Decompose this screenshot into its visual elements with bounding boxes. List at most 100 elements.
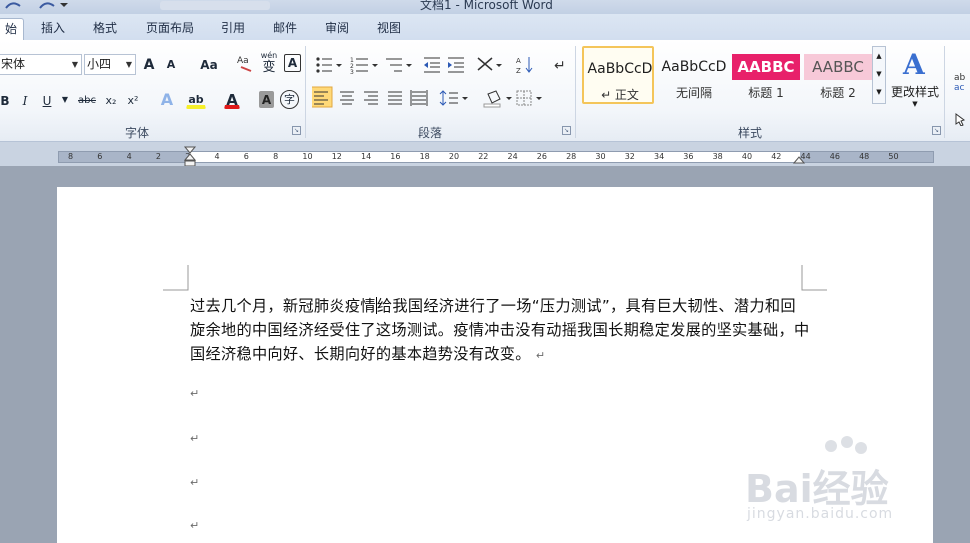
ruler-number: 6 bbox=[243, 152, 249, 161]
distributed-icon[interactable] bbox=[410, 90, 428, 106]
blurred-region bbox=[160, 1, 270, 10]
empty-paragraph-mark[interactable]: ↵ bbox=[190, 432, 199, 445]
paragraph-group-label: 段落 bbox=[418, 126, 443, 140]
ruler-number: 30 bbox=[595, 152, 606, 161]
ruler-number: 12 bbox=[331, 152, 342, 161]
change-case-button[interactable]: Aa bbox=[194, 54, 224, 74]
shrink-font-button[interactable]: A bbox=[162, 54, 180, 74]
font-color-button[interactable]: A bbox=[224, 89, 240, 109]
font-dialog-launcher-icon[interactable]: ↘ bbox=[292, 126, 301, 135]
ruler-number: 22 bbox=[478, 152, 489, 161]
editing-icons[interactable]: abac bbox=[952, 66, 970, 126]
svg-text:3: 3 bbox=[350, 69, 354, 76]
shading-icon[interactable] bbox=[483, 90, 512, 108]
tab-insert[interactable]: 插入 bbox=[36, 18, 70, 40]
styles-group-label: 样式 bbox=[738, 126, 763, 140]
justify-icon[interactable] bbox=[388, 91, 402, 105]
ruler-number: 14 bbox=[361, 152, 372, 161]
style-preview: AaBbCcD bbox=[661, 59, 727, 75]
italic-button[interactable]: I bbox=[18, 90, 32, 110]
phonetic-guide-button[interactable]: wén 变 bbox=[258, 50, 280, 74]
quick-access-toolbar[interactable] bbox=[0, 0, 70, 14]
char-border-button[interactable]: A bbox=[284, 54, 301, 72]
group-separator bbox=[575, 46, 576, 138]
increase-indent-icon[interactable] bbox=[448, 57, 464, 73]
tab-page-layout[interactable]: 页面布局 bbox=[140, 18, 200, 40]
empty-paragraph-mark[interactable]: ↵ bbox=[190, 519, 199, 532]
enclosed-char-button[interactable]: 字 bbox=[280, 90, 299, 109]
bold-button[interactable]: B bbox=[0, 90, 12, 110]
borders-icon[interactable] bbox=[516, 90, 542, 106]
ribbon: 宋体 ▼ 小四 ▼ A A Aa Aa wén 变 A B I U ▼ abc … bbox=[0, 40, 970, 185]
bullets-icon[interactable] bbox=[316, 57, 342, 73]
change-styles-icon: A bbox=[902, 48, 926, 81]
styles-dialog-launcher-icon[interactable]: ↘ bbox=[932, 126, 941, 135]
chinese-layout-icon[interactable] bbox=[477, 57, 502, 71]
style-heading-1[interactable]: AABBC 标题 1 bbox=[730, 46, 802, 104]
font-size-combo[interactable]: 小四 ▼ bbox=[84, 54, 136, 75]
tab-references[interactable]: 引用 bbox=[216, 18, 250, 40]
ruler-number: 28 bbox=[566, 152, 577, 161]
style-normal[interactable]: AaBbCcD ↵ 正文 bbox=[582, 46, 654, 104]
superscript-button[interactable]: x² bbox=[124, 90, 142, 110]
grow-font-button[interactable]: A bbox=[140, 54, 158, 74]
right-indent-marker-icon[interactable] bbox=[793, 154, 805, 166]
style-heading-2[interactable]: AABBC 标题 2 bbox=[802, 46, 874, 104]
style-preview: AABBC bbox=[732, 54, 800, 80]
change-styles-button[interactable]: A 更改样式 ▼ bbox=[888, 46, 942, 116]
show-marks-icon[interactable]: ↵ bbox=[554, 58, 566, 74]
tab-home[interactable]: 始 bbox=[0, 18, 24, 40]
title-bar: 文档1 - Microsoft Word bbox=[0, 0, 970, 14]
ruler-number: 20 bbox=[448, 152, 460, 161]
indent-marker-icon[interactable] bbox=[184, 146, 196, 168]
text-effect-button[interactable]: A bbox=[158, 89, 176, 109]
ruler-number: 42 bbox=[771, 152, 782, 161]
align-right-icon[interactable] bbox=[364, 91, 378, 105]
tab-mailings[interactable]: 邮件 bbox=[268, 18, 302, 40]
ruler-number: 24 bbox=[507, 152, 518, 161]
tab-view[interactable]: 视图 bbox=[372, 18, 406, 40]
underline-button[interactable]: U bbox=[38, 90, 56, 110]
numbering-icon[interactable]: 123 bbox=[350, 57, 378, 76]
strikethrough-button[interactable]: abc bbox=[76, 90, 98, 110]
clear-format-icon: Aa bbox=[237, 56, 252, 72]
window-title: 文档1 - Microsoft Word bbox=[420, 0, 553, 12]
svg-text:↵: ↵ bbox=[554, 58, 566, 74]
paragraph-dialog-launcher-icon[interactable]: ↘ bbox=[562, 126, 571, 135]
chevron-up-icon[interactable]: ▲ bbox=[873, 47, 885, 65]
tab-format[interactable]: 格式 bbox=[88, 18, 122, 40]
ruler-number: 46 bbox=[829, 152, 840, 161]
char-shading-button[interactable]: A bbox=[259, 91, 274, 108]
sort-icon[interactable]: AZ bbox=[516, 57, 533, 75]
ruler-number: 8 bbox=[68, 152, 74, 161]
empty-paragraph-mark[interactable]: ↵ bbox=[190, 387, 199, 400]
ruler-number: 8 bbox=[273, 152, 279, 161]
font-name-combo[interactable]: 宋体 ▼ bbox=[0, 54, 82, 75]
ruler-number: 2 bbox=[155, 152, 161, 161]
watermark-brand: Bai经验 bbox=[745, 467, 889, 511]
chevron-down-icon[interactable]: ▼ bbox=[873, 65, 885, 83]
subscript-button[interactable]: x₂ bbox=[102, 90, 120, 110]
font-group-label: 字体 bbox=[125, 126, 150, 140]
body-paragraph[interactable]: 过去几个月，新冠肺炎疫情给我国经济进行了一场“压力测试”，具有巨大韧性、潜力和回… bbox=[190, 294, 810, 368]
align-center-icon[interactable] bbox=[340, 91, 354, 105]
gallery-scroll[interactable]: ▲ ▼ ▼ bbox=[872, 46, 886, 104]
chevron-down-icon[interactable]: ▼ bbox=[60, 90, 70, 110]
decrease-indent-icon[interactable] bbox=[424, 57, 440, 73]
multilevel-list-icon[interactable] bbox=[386, 58, 412, 72]
style-name: 无间隔 bbox=[675, 86, 712, 100]
style-no-spacing[interactable]: AaBbCcD 无间隔 bbox=[658, 46, 730, 104]
align-left-icon[interactable] bbox=[312, 86, 333, 108]
paragraph-mark: ↵ bbox=[535, 349, 546, 362]
more-icon[interactable]: ▼ bbox=[873, 83, 885, 101]
undo-icon[interactable] bbox=[0, 0, 70, 14]
ruler-number: 32 bbox=[624, 152, 635, 161]
empty-paragraph-mark[interactable]: ↵ bbox=[190, 476, 199, 489]
style-name: 标题 2 bbox=[820, 86, 856, 100]
line-spacing-icon[interactable] bbox=[439, 90, 468, 106]
tab-review[interactable]: 审阅 bbox=[320, 18, 354, 40]
highlight-button[interactable]: ab bbox=[186, 89, 206, 109]
svg-text:A: A bbox=[516, 57, 521, 65]
phonetic-char: 变 bbox=[262, 60, 276, 75]
clear-format-button[interactable]: Aa bbox=[234, 52, 256, 72]
